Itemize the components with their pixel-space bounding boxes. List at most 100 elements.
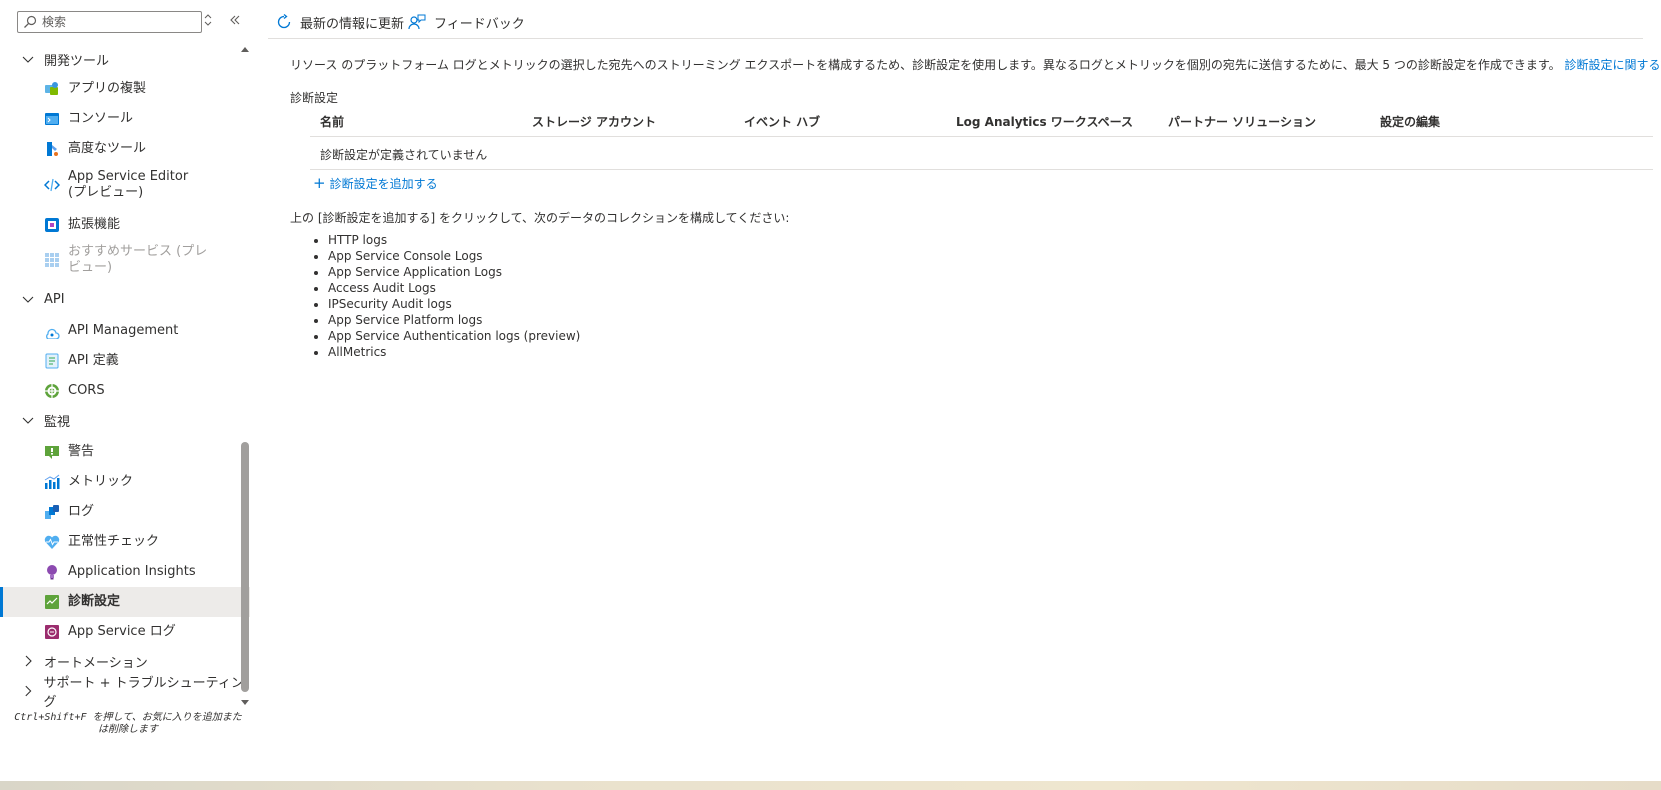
- log-categories-list: HTTP logs App Service Console Logs App S…: [290, 232, 580, 360]
- alert-icon: [45, 446, 59, 459]
- group-label: オートメーション: [44, 655, 148, 671]
- advanced-tools-icon: [47, 142, 58, 156]
- menu-item-label: アプリの複製: [68, 81, 147, 96]
- menu-item-application-insights[interactable]: Application Insights: [0, 557, 250, 587]
- menu-item-label: Application Insights: [68, 564, 196, 579]
- menu-list: 開発ツール アプリの複製 コンソール 高度なツール App Service Ed…: [0, 44, 250, 744]
- menu-item-label: 正常性チェック: [68, 534, 160, 549]
- console-icon: [45, 113, 59, 125]
- list-item: HTTP logs: [328, 232, 580, 248]
- resource-menu: 開発ツール アプリの複製 コンソール 高度なツール App Service Ed…: [0, 0, 256, 780]
- diagnostic-settings-table: 名前 ストレージ アカウント イベント ハブ Log Analytics ワーク…: [310, 104, 1653, 170]
- refresh-button[interactable]: 最新の情報に更新: [276, 12, 404, 32]
- menu-item-clone-app[interactable]: アプリの複製: [0, 74, 250, 104]
- scroll-down-icon[interactable]: [240, 698, 250, 708]
- menu-item-label: CORS: [68, 383, 105, 398]
- metrics-icon: [44, 474, 60, 489]
- chevron-right-icon: [25, 655, 32, 667]
- menu-item-alerts[interactable]: 警告: [0, 437, 250, 467]
- menu-item-metrics[interactable]: メトリック: [0, 467, 250, 497]
- group-monitoring[interactable]: 監視: [0, 405, 250, 435]
- feedback-label: フィードバック: [434, 16, 525, 32]
- menu-item-api-management[interactable]: API Management: [0, 316, 250, 346]
- list-item: App Service Application Logs: [328, 264, 580, 280]
- lightbulb-icon: [47, 565, 57, 580]
- menu-item-label: 高度なツール: [68, 141, 147, 156]
- learn-more-link[interactable]: 診断設定に関する詳細情報: [1564, 58, 1661, 72]
- command-bar: 最新の情報に更新 フィードバック: [268, 6, 1643, 39]
- list-item: App Service Platform logs: [328, 312, 580, 328]
- group-support[interactable]: サポート + トラブルシューティング: [0, 676, 250, 710]
- grid-apps-icon: [45, 253, 59, 267]
- code-editor-icon: [44, 178, 60, 192]
- refresh-label: 最新の情報に更新: [300, 16, 405, 32]
- add-link-label: 診断設定を追加する: [329, 176, 438, 191]
- description: リソース のプラットフォーム ログとメトリックの選択した宛先へのストリーミング …: [290, 56, 1661, 73]
- collapse-menu-icon[interactable]: [227, 13, 243, 31]
- menu-scrollbar[interactable]: [240, 44, 250, 708]
- favorites-hint: Ctrl+Shift+F を押して、お気に入りを追加または削除します: [14, 712, 242, 735]
- menu-item-label: メトリック: [68, 474, 134, 489]
- menu-item-label: コンソール: [68, 111, 134, 126]
- column-header-partner: パートナー ソリューション: [1168, 115, 1316, 129]
- scroll-up-icon[interactable]: [240, 44, 250, 54]
- plus-icon: +: [313, 174, 326, 192]
- logs-icon: [45, 505, 59, 519]
- menu-item-app-service-logs[interactable]: App Service ログ: [0, 617, 250, 647]
- extensions-icon: [45, 218, 59, 232]
- list-item: App Service Console Logs: [328, 248, 580, 264]
- empty-message: 診断設定が定義されていません: [320, 148, 488, 162]
- table-header: 名前 ストレージ アカウント イベント ハブ Log Analytics ワーク…: [310, 104, 1653, 137]
- list-item: AllMetrics: [328, 344, 580, 360]
- group-label: 開発ツール: [44, 53, 110, 69]
- menu-item-label: API Management: [68, 323, 179, 338]
- column-header-edit: 設定の編集: [1380, 115, 1441, 129]
- group-dev-tools[interactable]: 開発ツール: [0, 44, 250, 74]
- sort-toggle-icon[interactable]: [200, 13, 216, 31]
- table-row: 診断設定が定義されていません: [310, 137, 1653, 170]
- group-label: サポート + トラブルシューティング: [43, 676, 244, 710]
- main-content: 最新の情報に更新 フィードバック リソース のプラットフォーム ログとメトリック…: [268, 0, 1661, 780]
- menu-item-label: App Service ログ: [68, 624, 176, 639]
- menu-item-label: 拡張機能: [68, 217, 121, 232]
- menu-item-advanced-tools[interactable]: 高度なツール: [0, 134, 250, 164]
- menu-item-diagnostic-settings[interactable]: 診断設定: [0, 587, 250, 617]
- menu-item-label: API 定義: [68, 353, 119, 368]
- selection-indicator: [0, 587, 3, 617]
- search-input[interactable]: [42, 13, 197, 31]
- menu-item-label: ログ: [68, 504, 95, 519]
- api-definition-icon: [45, 353, 59, 369]
- menu-item-api-definition[interactable]: API 定義: [0, 346, 250, 376]
- chevron-down-icon: [22, 417, 34, 424]
- menu-item-cors[interactable]: CORS: [0, 376, 250, 406]
- add-diagnostic-setting-link[interactable]: + 診断設定を追加する: [313, 174, 438, 192]
- menu-item-extensions[interactable]: 拡張機能: [0, 210, 250, 240]
- list-item: Access Audit Logs: [328, 280, 580, 296]
- menu-item-label: 診断設定: [68, 594, 121, 609]
- list-item: IPSecurity Audit logs: [328, 296, 580, 312]
- search-box[interactable]: [17, 11, 202, 33]
- column-header-log-analytics: Log Analytics ワークスペース: [956, 115, 1134, 129]
- search-icon: [24, 15, 37, 28]
- group-label: API: [44, 291, 65, 307]
- chevron-right-icon: [25, 685, 32, 697]
- refresh-icon: [277, 14, 291, 29]
- scroll-thumb[interactable]: [241, 442, 249, 692]
- group-api[interactable]: API: [0, 284, 250, 314]
- menu-item-label: 警告: [68, 444, 95, 459]
- clone-app-icon: [45, 82, 58, 95]
- column-header-storage: ストレージ アカウント: [532, 115, 656, 129]
- column-header-event-hub: イベント ハブ: [744, 115, 821, 129]
- menu-item-health-check[interactable]: 正常性チェック: [0, 527, 250, 557]
- chevron-down-icon: [22, 56, 34, 63]
- instructions: 上の [診断設定を追加する] をクリックして、次のデータのコレクションを構成して…: [290, 211, 790, 225]
- column-header-name: 名前: [320, 115, 345, 129]
- feedback-icon: [408, 14, 426, 30]
- menu-item-console[interactable]: コンソール: [0, 104, 250, 134]
- feedback-button[interactable]: フィードバック: [408, 12, 525, 32]
- api-management-icon: [46, 328, 60, 339]
- menu-item-logs[interactable]: ログ: [0, 497, 250, 527]
- cors-icon: [45, 384, 59, 398]
- menu-item-app-service-editor[interactable]: App Service Editor (プレビュー): [0, 165, 250, 205]
- app-service-logs-icon: [45, 625, 59, 639]
